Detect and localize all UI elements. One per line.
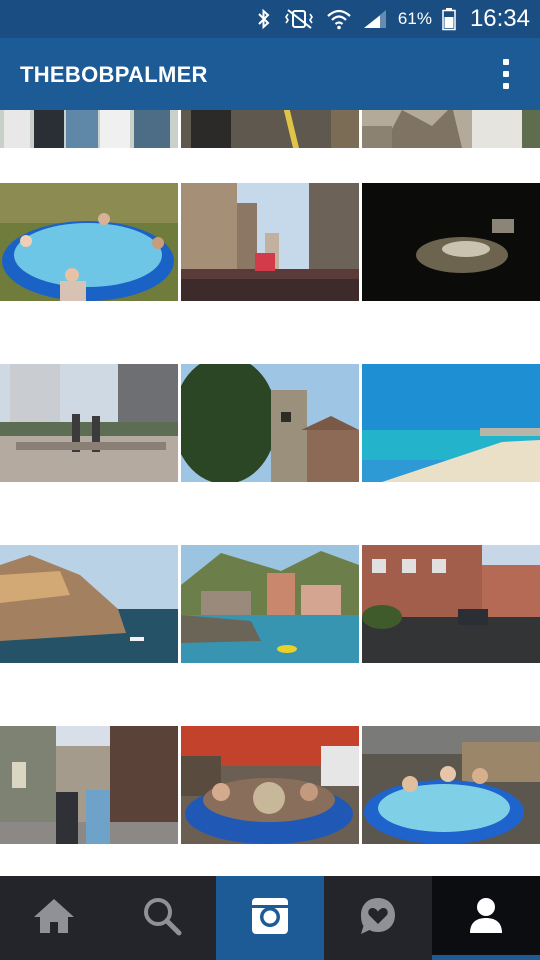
- search-icon: [142, 896, 182, 941]
- overflow-menu-icon[interactable]: [492, 54, 520, 94]
- photo-thumbnail[interactable]: [181, 364, 359, 482]
- photo-thumbnail[interactable]: [0, 110, 178, 148]
- status-bar: 61% 16:34: [0, 0, 540, 38]
- profile-icon: [468, 897, 504, 940]
- battery-icon: [442, 0, 456, 38]
- vibrate-mute-icon: [282, 0, 316, 38]
- photo-thumbnail[interactable]: [0, 545, 178, 663]
- profile-username: THEBOBPALMER: [20, 62, 208, 87]
- photo-thumbnail[interactable]: [181, 545, 359, 663]
- cell-signal-icon: [362, 0, 388, 38]
- menu-dot: [503, 59, 509, 65]
- photo-thumbnail[interactable]: [362, 183, 540, 301]
- wifi-icon: [326, 0, 352, 38]
- photo-thumbnail[interactable]: [362, 545, 540, 663]
- photo-thumbnail[interactable]: [362, 364, 540, 482]
- nav-search[interactable]: [108, 876, 216, 960]
- instagram-profile-screen: 61% 16:34 THEBOBPALMER: [0, 0, 540, 960]
- clock-time: 16:34: [469, 5, 530, 32]
- photo-grid: [0, 110, 540, 876]
- bottom-navigation: [0, 876, 540, 960]
- status-icons: 61% 16:34: [256, 0, 530, 38]
- menu-dot: [503, 71, 509, 77]
- camera-icon: [250, 896, 290, 941]
- nav-profile[interactable]: [432, 876, 540, 960]
- battery-percent: 61%: [397, 9, 432, 28]
- photo-thumbnail[interactable]: [181, 110, 359, 148]
- photo-thumbnail[interactable]: [181, 183, 359, 301]
- photo-thumbnail[interactable]: [362, 110, 540, 148]
- nav-camera[interactable]: [216, 876, 324, 960]
- nav-activity[interactable]: [324, 876, 432, 960]
- bluetooth-icon: [256, 0, 272, 38]
- photo-thumbnail[interactable]: [0, 183, 178, 301]
- nav-home[interactable]: [0, 876, 108, 960]
- photo-thumbnail[interactable]: [181, 726, 359, 844]
- menu-dot: [503, 83, 509, 89]
- photo-thumbnail[interactable]: [0, 364, 178, 482]
- photo-thumbnail[interactable]: [0, 726, 178, 844]
- photo-thumbnail[interactable]: [362, 726, 540, 844]
- home-icon: [32, 897, 76, 940]
- app-header: THEBOBPALMER: [0, 38, 540, 110]
- activity-heart-icon: [357, 895, 399, 942]
